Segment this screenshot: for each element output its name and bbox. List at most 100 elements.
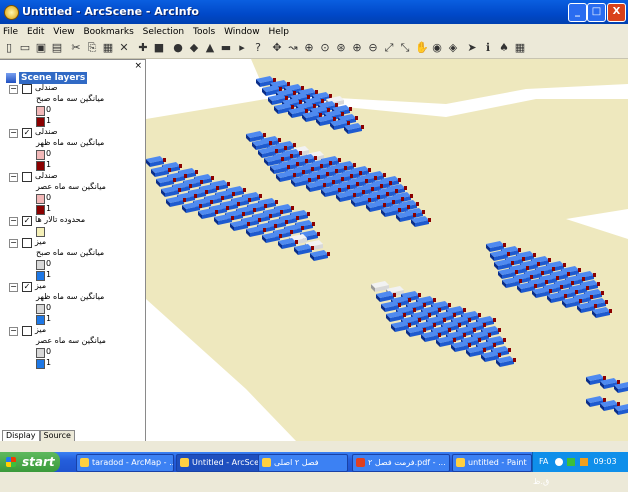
navigate-icon[interactable]: ✥ — [271, 42, 283, 54]
collapse-icon[interactable]: − — [9, 85, 18, 94]
layer-visibility-checkbox[interactable] — [22, 326, 32, 336]
maximize-button[interactable]: □ — [587, 3, 606, 22]
globe-view-icon[interactable]: ◉ — [431, 42, 443, 54]
symbol-swatch[interactable] — [36, 227, 45, 237]
add-data-icon[interactable]: ✚ — [137, 42, 149, 54]
collapse-icon[interactable]: − — [9, 129, 18, 138]
toc-symbol[interactable]: 1 — [0, 358, 143, 370]
security-icon[interactable] — [567, 457, 576, 466]
task-pdf[interactable]: فرمت فصل ۲.pdf - ... — [352, 454, 450, 472]
globe-icon[interactable]: ● — [172, 42, 184, 54]
symbol-swatch[interactable] — [36, 348, 45, 358]
start-button[interactable]: start — [0, 452, 60, 472]
zoom-out-icon[interactable]: ⊖ — [367, 42, 379, 54]
measure-icon[interactable]: ▦ — [514, 42, 526, 54]
open-icon[interactable]: ▭ — [19, 42, 31, 54]
find-icon[interactable]: ♠ — [498, 42, 510, 54]
chair — [295, 240, 298, 244]
arcscene-app-icon[interactable] — [4, 5, 19, 20]
save-icon[interactable]: ▣ — [35, 42, 47, 54]
toc-close-icon[interactable]: × — [134, 61, 142, 71]
scene-view[interactable] — [146, 59, 628, 441]
full-extent-icon[interactable]: ⤢ — [383, 42, 395, 54]
menu-file[interactable]: File — [0, 24, 21, 40]
new-icon[interactable]: ▯ — [3, 42, 15, 54]
symbol-swatch[interactable] — [36, 359, 45, 369]
collapse-icon[interactable]: − — [9, 239, 18, 248]
layer-visibility-checkbox[interactable] — [22, 172, 32, 182]
menu-help[interactable]: Help — [265, 24, 292, 40]
zoom-target-icon[interactable]: ⊛ — [335, 42, 347, 54]
menu-view[interactable]: View — [50, 24, 77, 40]
layer-visibility-checkbox[interactable]: ✓ — [22, 216, 32, 226]
pan-icon[interactable]: ✋ — [415, 42, 429, 54]
zoom-in-icon[interactable]: ⊕ — [351, 42, 363, 54]
toc-symbol[interactable]: 1 — [0, 314, 143, 326]
fixed-extent-icon[interactable]: ⤡ — [399, 42, 411, 54]
menu-bookmarks[interactable]: Bookmarks — [80, 24, 136, 40]
task-arcmap[interactable]: taradod - ArcMap - ... — [76, 454, 174, 472]
language-indicator[interactable]: FA — [539, 457, 548, 466]
layers-icon[interactable]: ◆ — [188, 42, 200, 54]
save-layer-icon[interactable]: ■ — [153, 42, 165, 54]
toc-symbol[interactable]: 1 — [0, 270, 143, 282]
layer-visibility-checkbox[interactable]: ✓ — [22, 282, 32, 292]
symbol-swatch[interactable] — [36, 106, 45, 116]
symbol-swatch[interactable] — [36, 117, 45, 127]
print-icon[interactable]: ▤ — [51, 42, 63, 54]
layer-visibility-checkbox[interactable] — [22, 84, 32, 94]
select-icon[interactable]: ◈ — [447, 42, 459, 54]
symbol-swatch[interactable] — [36, 260, 45, 270]
task-folder[interactable]: فصل ۲ اصلی — [258, 454, 348, 472]
layer-visibility-checkbox[interactable] — [22, 238, 32, 248]
collapse-icon[interactable]: − — [9, 283, 18, 292]
symbol-swatch[interactable] — [36, 315, 45, 325]
toc-symbol[interactable]: 0 — [0, 193, 143, 205]
toc-layer[interactable]: − ✓ محدوده تالار ها — [0, 215, 143, 227]
chair — [315, 90, 318, 94]
symbol-swatch[interactable] — [36, 194, 45, 204]
paste-icon[interactable]: ▦ — [102, 42, 114, 54]
update-icon[interactable] — [579, 457, 588, 466]
toc-symbol[interactable]: 0 — [0, 259, 143, 271]
delete-icon[interactable]: ✕ — [118, 42, 130, 54]
symbol-swatch[interactable] — [36, 304, 45, 314]
network-icon[interactable] — [554, 457, 563, 466]
toc-root[interactable]: Scene layers — [4, 72, 143, 84]
menu-selection[interactable]: Selection — [140, 24, 187, 40]
symbol-swatch[interactable] — [36, 205, 45, 215]
toc-symbol[interactable]: 0 — [0, 149, 143, 161]
close-button[interactable]: X — [607, 3, 626, 22]
pointer-icon[interactable]: ➤ — [466, 42, 478, 54]
toc-symbol[interactable]: 0 — [0, 105, 143, 117]
toc-symbol[interactable]: 1 — [0, 160, 143, 172]
toc-symbol[interactable] — [0, 227, 143, 238]
collapse-icon[interactable]: − — [9, 327, 18, 336]
menu-tools[interactable]: Tools — [190, 24, 218, 40]
menu-window[interactable]: Window — [221, 24, 263, 40]
center-icon[interactable]: ⊙ — [319, 42, 331, 54]
collapse-icon[interactable]: − — [9, 217, 18, 226]
menu-edit[interactable]: Edit — [24, 24, 47, 40]
layer-properties-icon[interactable]: ▲ — [204, 42, 216, 54]
whats-this-icon[interactable]: ? — [252, 42, 264, 54]
cut-icon[interactable]: ✂ — [70, 42, 82, 54]
fly-icon[interactable]: ↝ — [287, 42, 299, 54]
scene-canvas[interactable] — [146, 59, 628, 441]
toc-symbol[interactable]: 1 — [0, 116, 143, 128]
symbol-swatch[interactable] — [36, 150, 45, 160]
copy-icon[interactable]: ⎘ — [86, 42, 98, 54]
zoom-in-out-icon[interactable]: ⊕ — [303, 42, 315, 54]
animation-icon[interactable]: ▬ — [220, 42, 232, 54]
toc-symbol[interactable]: 0 — [0, 303, 143, 315]
layer-visibility-checkbox[interactable]: ✓ — [22, 128, 32, 138]
symbol-swatch[interactable] — [36, 161, 45, 171]
toc-symbol[interactable]: 0 — [0, 347, 143, 359]
chair — [478, 313, 481, 317]
symbol-swatch[interactable] — [36, 271, 45, 281]
task-paint[interactable]: untitled - Paint — [452, 454, 532, 472]
script-icon[interactable]: ▸ — [236, 42, 248, 54]
minimize-button[interactable]: _ — [568, 3, 587, 22]
collapse-icon[interactable]: − — [9, 173, 18, 182]
identify-icon[interactable]: ℹ — [482, 42, 494, 54]
